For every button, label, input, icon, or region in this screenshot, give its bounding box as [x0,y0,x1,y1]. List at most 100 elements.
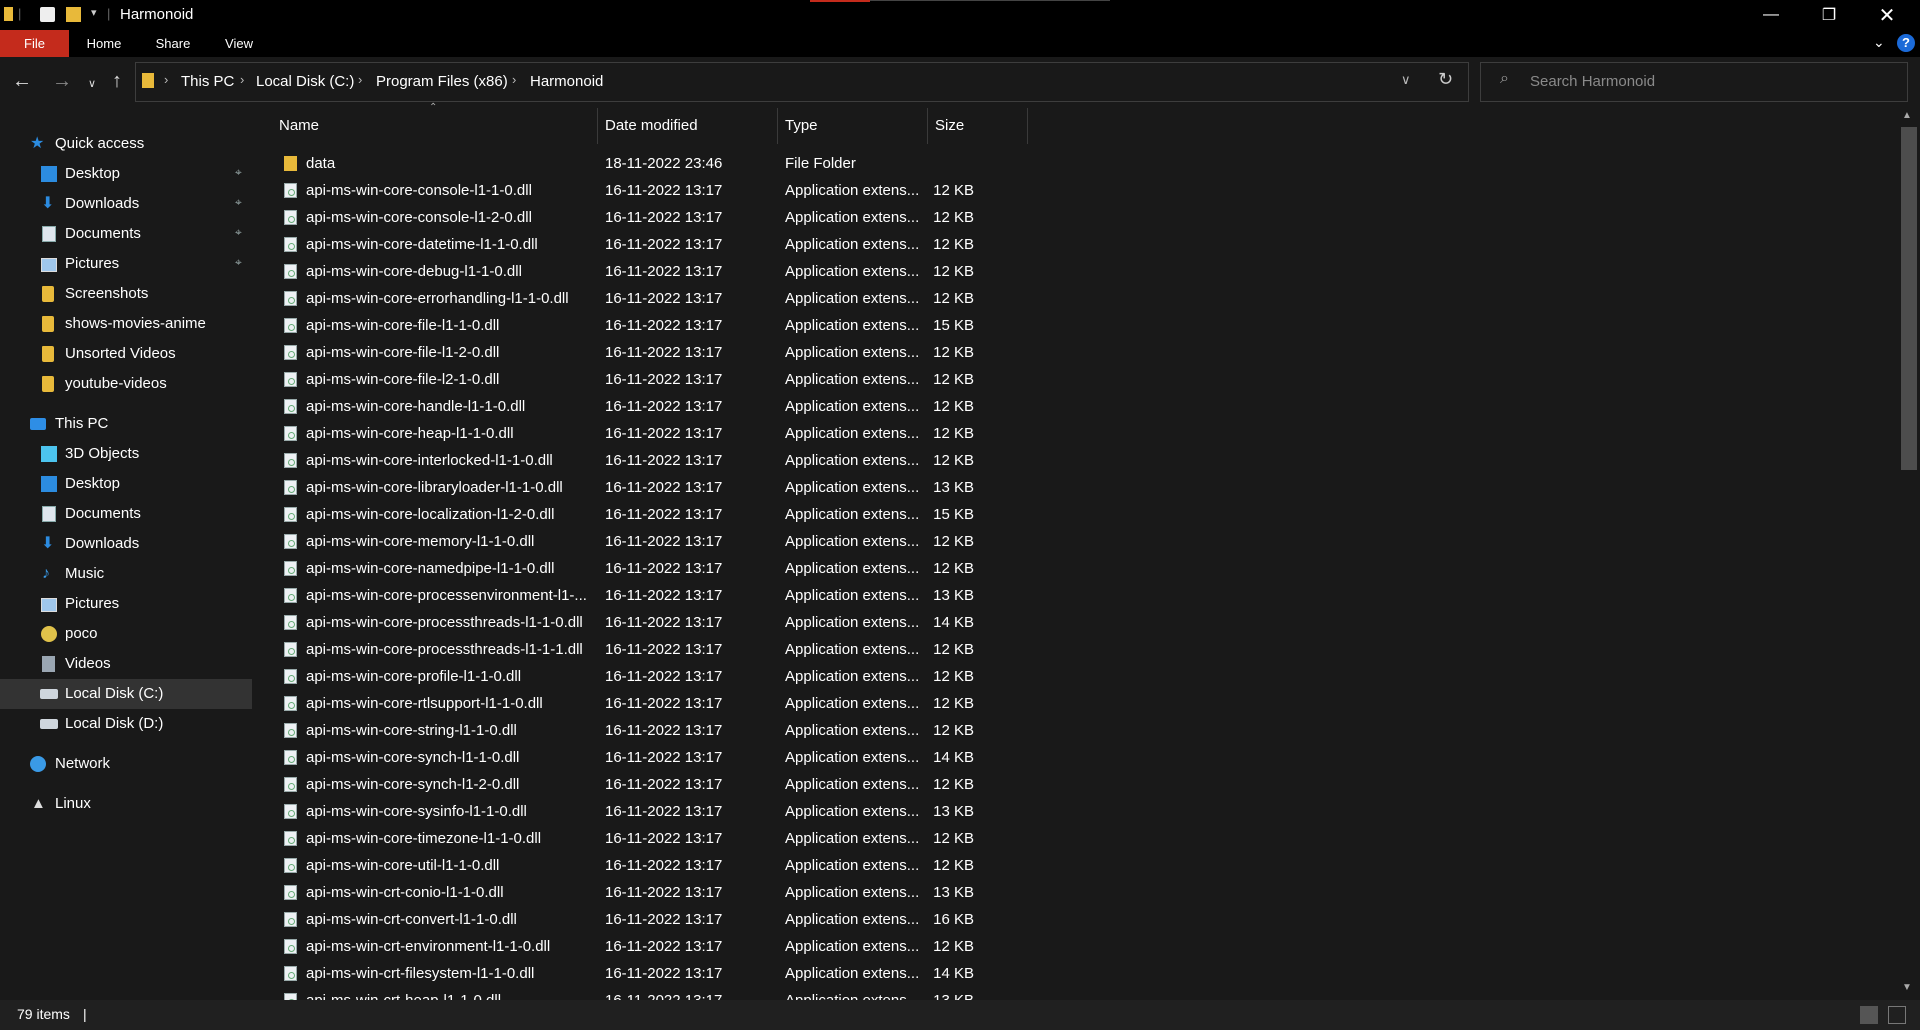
column-divider[interactable] [927,108,928,144]
sidebar-item-unsorted-videos[interactable]: Unsorted Videos [0,339,252,369]
scrollbar-thumb[interactable] [1901,127,1917,470]
sidebar-item-3d-objects[interactable]: 3D Objects [0,439,252,469]
table-row[interactable]: api-ms-win-core-interlocked-l1-1-0.dll 16… [256,447,1016,474]
table-row[interactable]: api-ms-win-core-heap-l1-1-0.dll 16-11-202… [256,420,1016,447]
table-row[interactable]: api-ms-win-core-processthreads-l1-1-0.dl… [256,609,1016,636]
breadcrumb-this-pc[interactable]: This PC [181,73,234,90]
sidebar-item-linux[interactable]: ▲ Linux [0,789,252,819]
restore-icon[interactable]: ❐ [1800,0,1858,30]
table-row[interactable]: api-ms-win-core-synch-l1-1-0.dll 16-11-20… [256,744,1016,771]
table-row[interactable]: api-ms-win-core-processthreads-l1-1-1.dl… [256,636,1016,663]
large-icons-view-icon[interactable] [1888,1006,1906,1024]
table-row[interactable]: api-ms-win-core-console-l1-1-0.dll 16-11-… [256,177,1016,204]
sidebar-item-documents[interactable]: Documents ⌖ [0,219,252,249]
breadcrumb-program-files[interactable]: Program Files (x86) [376,73,508,90]
download-icon: ⬇ [41,195,55,212]
tab-share[interactable]: Share [139,30,207,57]
sidebar-item-local-disk-c[interactable]: Local Disk (C:) [0,679,252,709]
table-row[interactable]: api-ms-win-core-memory-l1-1-0.dll 16-11-2… [256,528,1016,555]
table-row[interactable]: api-ms-win-core-profile-l1-1-0.dll 16-11-… [256,663,1016,690]
table-row[interactable]: api-ms-win-core-namedpipe-l1-1-0.dll 16-1… [256,555,1016,582]
column-header-size[interactable]: Size [935,108,1025,144]
close-icon[interactable]: ✕ [1858,0,1916,30]
forward-arrow-icon[interactable]: → [50,70,74,93]
sidebar-item-youtube-videos[interactable]: youtube-videos [0,369,252,399]
column-header-name[interactable]: Name [279,108,597,144]
customize-toolbar-icon[interactable]: ▾ [91,6,97,19]
file-date: 16-11-2022 13:17 [605,290,723,307]
chevron-down-icon[interactable]: ∨ [1401,72,1411,88]
sidebar-item-poco[interactable]: poco [0,619,252,649]
table-row[interactable]: api-ms-win-core-string-l1-1-0.dll 16-11-2… [256,717,1016,744]
column-divider[interactable] [597,108,598,144]
table-row[interactable]: api-ms-win-core-handle-l1-1-0.dll 16-11-2… [256,393,1016,420]
sidebar-item-network[interactable]: Network [0,749,252,779]
table-row[interactable]: api-ms-win-core-debug-l1-1-0.dll 16-11-20… [256,258,1016,285]
table-row[interactable]: api-ms-win-core-sysinfo-l1-1-0.dll 16-11-… [256,798,1016,825]
tab-view[interactable]: View [207,30,271,57]
table-row[interactable]: api-ms-win-core-errorhandling-l1-1-0.dll… [256,285,1016,312]
search-input[interactable]: Search Harmonoid [1530,73,1655,90]
scroll-down-icon[interactable]: ▼ [1902,982,1912,993]
new-folder-icon[interactable] [66,7,81,22]
sidebar-item-this-pc[interactable]: This PC [0,409,252,439]
table-row[interactable]: api-ms-win-crt-filesystem-l1-1-0.dll 16-1… [256,960,1016,987]
chevron-down-icon[interactable]: ⌄ [1873,34,1885,51]
table-row[interactable]: api-ms-win-core-datetime-l1-1-0.dll 16-11… [256,231,1016,258]
sidebar-item-label: Desktop [65,475,121,492]
refresh-icon[interactable]: ↻ [1438,69,1453,90]
table-row[interactable]: api-ms-win-crt-convert-l1-1-0.dll 16-11-2… [256,906,1016,933]
sidebar-item-local-disk-d[interactable]: Local Disk (D:) [0,709,252,739]
sidebar-item-screenshots[interactable]: Screenshots [0,279,252,309]
sidebar-item-documents-pc[interactable]: Documents [0,499,252,529]
file-name: api-ms-win-core-profile-l1-1-0.dll [306,668,522,685]
table-row[interactable]: data 18-11-2022 23:46 File Folder [256,150,1016,177]
column-header-date[interactable]: Date modified [605,108,775,144]
table-row[interactable]: api-ms-win-core-file-l1-2-0.dll 16-11-202… [256,339,1016,366]
table-row[interactable]: api-ms-win-core-processenvironment-l1-..… [256,582,1016,609]
tab-home[interactable]: Home [69,30,139,57]
tab-file[interactable]: File [0,30,69,57]
computer-icon [30,418,46,430]
sidebar-item-pictures[interactable]: Pictures ⌖ [0,249,252,279]
chevron-right-icon[interactable]: › [358,72,362,87]
table-row[interactable]: api-ms-win-core-util-l1-1-0.dll 16-11-202… [256,852,1016,879]
back-arrow-icon[interactable]: ← [10,70,34,93]
sidebar-item-downloads[interactable]: ⬇ Downloads ⌖ [0,189,252,219]
sidebar-item-music[interactable]: ♪ Music [0,559,252,589]
details-view-icon[interactable] [1860,1006,1878,1024]
help-icon[interactable]: ? [1897,34,1915,52]
sidebar-item-desktop[interactable]: Desktop ⌖ [0,159,252,189]
file-name: api-ms-win-core-datetime-l1-1-0.dll [306,236,538,253]
table-row[interactable]: api-ms-win-core-file-l1-1-0.dll 16-11-202… [256,312,1016,339]
sidebar-item-downloads-pc[interactable]: ⬇ Downloads [0,529,252,559]
table-row[interactable]: api-ms-win-crt-conio-l1-1-0.dll 16-11-202… [256,879,1016,906]
file-date: 16-11-2022 13:17 [605,614,723,631]
table-row[interactable]: api-ms-win-core-rtlsupport-l1-1-0.dll 16-… [256,690,1016,717]
properties-icon[interactable] [40,7,55,22]
breadcrumb-harmonoid[interactable]: Harmonoid [530,73,603,90]
table-row[interactable]: api-ms-win-core-localization-l1-2-0.dll 1… [256,501,1016,528]
table-row[interactable]: api-ms-win-core-timezone-l1-1-0.dll 16-11… [256,825,1016,852]
chevron-right-icon[interactable]: › [512,72,516,87]
chevron-right-icon[interactable]: › [240,72,244,87]
sidebar-item-pictures-pc[interactable]: Pictures [0,589,252,619]
sidebar-item-quick-access[interactable]: ★ Quick access [0,129,252,159]
table-row[interactable]: api-ms-win-core-synch-l1-2-0.dll 16-11-20… [256,771,1016,798]
table-row[interactable]: api-ms-win-core-libraryloader-l1-1-0.dll… [256,474,1016,501]
table-row[interactable]: api-ms-win-crt-environment-l1-1-0.dll 16-… [256,933,1016,960]
table-row[interactable]: api-ms-win-core-file-l2-1-0.dll 16-11-202… [256,366,1016,393]
sidebar-item-videos[interactable]: Videos [0,649,252,679]
column-divider[interactable] [777,108,778,144]
minimize-icon[interactable]: — [1742,0,1800,30]
recent-locations-icon[interactable]: ∨ [80,77,104,90]
sidebar-item-desktop-pc[interactable]: Desktop [0,469,252,499]
column-header-type[interactable]: Type [785,108,925,144]
chevron-right-icon[interactable]: › [164,72,168,87]
scroll-up-icon[interactable]: ▲ [1902,110,1912,121]
column-divider[interactable] [1027,108,1028,144]
up-arrow-icon[interactable]: ↑ [105,70,129,93]
breadcrumb-local-disk[interactable]: Local Disk (C:) [256,73,354,90]
table-row[interactable]: api-ms-win-core-console-l1-2-0.dll 16-11-… [256,204,1016,231]
sidebar-item-shows-movies-anime[interactable]: shows-movies-anime [0,309,252,339]
